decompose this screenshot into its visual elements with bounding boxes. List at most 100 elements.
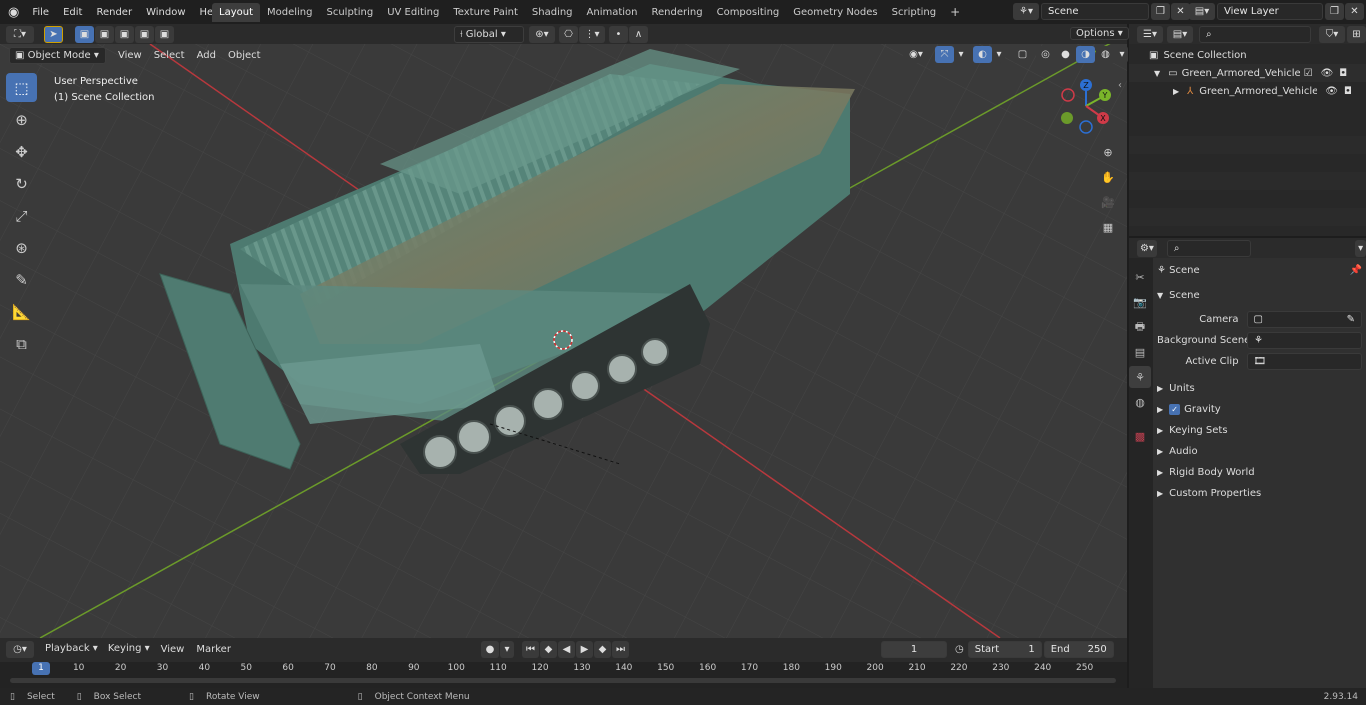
tab-sculpting[interactable]: Sculpting	[320, 3, 381, 22]
gizmo-dropdown-icon[interactable]: ▾	[955, 46, 967, 63]
snap-target-icon[interactable]: ⋮▾	[579, 26, 605, 43]
tab-uv-editing[interactable]: UV Editing	[380, 3, 446, 22]
expand-arrow-icon[interactable]: ▼	[1154, 69, 1160, 78]
3d-viewport[interactable]: ⬚ ⊕ ✥ ↻ ⤢ ⊛ ✎ 📐 ⧉ User Perspective (1) S…	[0, 44, 1127, 638]
pivot-icon[interactable]: ⊛▾	[529, 26, 555, 43]
outliner-display-icon[interactable]: ▤▾	[1167, 25, 1193, 43]
pin-icon[interactable]: 📌	[1350, 265, 1362, 276]
sidebar-toggle-icon[interactable]: ‹	[1118, 80, 1122, 91]
visibility-icon[interactable]: ◉▾	[903, 46, 929, 63]
shading-rendered-icon[interactable]: ◍	[1096, 46, 1115, 63]
output-tab-icon[interactable]: 🖶	[1129, 316, 1151, 338]
rotate-tool-icon[interactable]: ↻	[6, 169, 37, 198]
outliner-row-scene-collection[interactable]: ▣ Scene Collection	[1129, 46, 1366, 64]
object-mode-dropdown[interactable]: ▣ Object Mode ▾	[9, 46, 106, 64]
add-cube-tool-icon[interactable]: ⧉	[6, 329, 37, 358]
panel-keying-sets[interactable]: ▶ Keying Sets	[1157, 420, 1362, 441]
prev-keyframe-icon[interactable]: ◆	[540, 641, 557, 658]
editor-type-icon[interactable]: ⛶▾	[6, 26, 34, 43]
transform-tool-icon[interactable]: ⊛	[6, 233, 37, 262]
transform-orientation-dropdown[interactable]: ⟊ Global ▾	[454, 26, 524, 43]
properties-options-icon[interactable]: ▾	[1355, 239, 1366, 257]
menu-edit[interactable]: Edit	[56, 7, 89, 18]
viewport-canvas[interactable]	[0, 44, 1127, 638]
proportional-edit-icon[interactable]: •	[609, 26, 628, 43]
tab-modeling[interactable]: Modeling	[260, 3, 320, 22]
scene-type-icon[interactable]: ⚘▾	[1013, 3, 1039, 20]
background-scene-field[interactable]: ⚘	[1247, 332, 1362, 349]
move-tool-icon[interactable]: ✥	[6, 137, 37, 166]
panel-units[interactable]: ▶ Units	[1157, 378, 1362, 399]
end-frame-field[interactable]: End 250	[1043, 641, 1114, 658]
viewport-menu-add[interactable]: Add	[191, 47, 222, 64]
overlay-toggle-icon[interactable]: ◐	[973, 46, 992, 63]
tab-scripting[interactable]: Scripting	[885, 3, 943, 22]
start-frame-field[interactable]: Start 1	[967, 641, 1042, 658]
playback-dropdown[interactable]: Playback ▾	[40, 641, 103, 658]
view-layer-close-icon[interactable]: ✕	[1345, 3, 1364, 20]
timeline-scrollbar[interactable]	[10, 678, 1116, 683]
xray-icon[interactable]: ▢	[1013, 46, 1032, 63]
current-frame-field[interactable]: 1	[881, 641, 947, 658]
play-reverse-icon[interactable]: ◀	[558, 641, 575, 658]
scale-tool-icon[interactable]: ⤢	[6, 201, 37, 230]
outliner-row-vehicle-object[interactable]: ▶ ⅄ Green_Armored_Vehicle_ 👁 ◘	[1129, 82, 1366, 100]
tab-layout[interactable]: Layout	[212, 3, 260, 22]
cursor-tool-icon[interactable]: ⊕	[6, 105, 37, 134]
camera-field[interactable]: ▢ ✎	[1246, 311, 1362, 328]
tool-tab-icon[interactable]: ✂	[1129, 266, 1151, 288]
timeline-menu-view[interactable]: View	[155, 641, 191, 658]
properties-editor-icon[interactable]: ⚙▾	[1137, 239, 1157, 257]
camera-render-icon[interactable]: ◘	[1344, 86, 1352, 97]
outliner-search-input[interactable]: ⌕	[1199, 25, 1311, 43]
eyedropper-icon[interactable]: ✎	[1347, 312, 1355, 327]
next-keyframe-icon[interactable]: ◆	[594, 641, 611, 658]
blender-logo-icon[interactable]: ◉	[0, 5, 25, 20]
outliner-editor-icon[interactable]: ☰▾	[1137, 25, 1163, 43]
select-subtract-icon[interactable]: ▣	[115, 26, 134, 43]
scene-close-icon[interactable]: ✕	[1171, 3, 1190, 20]
menu-file[interactable]: File	[25, 7, 56, 18]
falloff-icon[interactable]: ∧	[629, 26, 648, 43]
timeline-ruler[interactable]: 1 10 20 30 40 50 60 70 80 90 100 110 120 130 140 150 160…	[0, 662, 1127, 688]
play-icon[interactable]: ▶	[576, 641, 593, 658]
shading-dropdown-icon[interactable]: ▾	[1116, 46, 1128, 63]
tab-geometry-nodes[interactable]: Geometry Nodes	[786, 3, 884, 22]
panel-custom-properties[interactable]: ▶ Custom Properties	[1157, 483, 1362, 504]
tab-shading[interactable]: Shading	[525, 3, 580, 22]
tab-animation[interactable]: Animation	[580, 3, 645, 22]
collapse-arrow-icon[interactable]: ▶	[1173, 87, 1179, 96]
scene-tab-icon[interactable]: ⚘	[1129, 366, 1151, 388]
snap-icon[interactable]: ⎔	[559, 26, 578, 43]
menu-window[interactable]: Window	[139, 7, 192, 18]
select-intersect-icon[interactable]: ▣	[155, 26, 174, 43]
panel-rigid-body-world[interactable]: ▶ Rigid Body World	[1157, 462, 1362, 483]
gizmo-toggle-icon[interactable]: ⤧	[935, 46, 954, 63]
select-invert-icon[interactable]: ▣	[135, 26, 154, 43]
outliner-row-vehicle-collection[interactable]: ▼ ▭ Green_Armored_Vehicle_Laun ☑ 👁 ◘	[1129, 64, 1366, 82]
overlay-dropdown-icon[interactable]: ▾	[993, 46, 1005, 63]
measure-tool-icon[interactable]: 📐	[6, 297, 37, 326]
view-layer-tab-icon[interactable]: ▤	[1129, 341, 1151, 363]
options-dropdown[interactable]: Options ▾	[1070, 27, 1129, 40]
jump-start-icon[interactable]: ⏮	[522, 641, 539, 658]
add-workspace-icon[interactable]: +	[943, 3, 967, 22]
select-box-tool-icon[interactable]: ⬚	[6, 73, 37, 102]
viewport-menu-select[interactable]: Select	[148, 47, 191, 64]
record-icon[interactable]: ●	[481, 641, 499, 658]
zoom-icon[interactable]: ⊕	[1098, 142, 1118, 162]
tab-rendering[interactable]: Rendering	[645, 3, 710, 22]
eye-icon[interactable]: 👁	[1321, 68, 1334, 79]
select-extend-icon[interactable]: ▣	[95, 26, 114, 43]
timeline-editor-icon[interactable]: ◷▾	[6, 641, 34, 658]
outliner-filter-icon[interactable]: ⛉▾	[1319, 25, 1345, 43]
texture-tab-icon[interactable]: ▩	[1129, 425, 1151, 447]
properties-search-input[interactable]: ⌕	[1166, 239, 1252, 257]
active-clip-field[interactable]: 🎞	[1246, 353, 1362, 370]
scene-section-header[interactable]: ▼ Scene	[1157, 285, 1362, 306]
select-tool-icon[interactable]: ➤	[44, 26, 63, 43]
view-layer-icon[interactable]: ▤▾	[1189, 3, 1215, 20]
render-tab-icon[interactable]: 📷	[1129, 291, 1151, 313]
scene-copy-icon[interactable]: ❐	[1151, 3, 1170, 20]
view-layer-copy-icon[interactable]: ❐	[1325, 3, 1344, 20]
